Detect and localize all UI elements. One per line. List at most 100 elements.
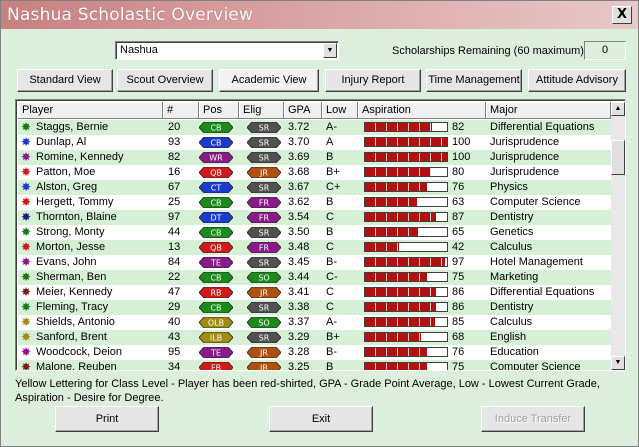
table-row[interactable]: ✸ Sherman, Ben 22 CB SO 3.44 C- 75 Marketing — [18, 270, 611, 285]
table-row[interactable]: ✸ Hergett, Tommy 25 CB FR 3.62 B 63 Computer Sci… — [18, 195, 611, 210]
table-row[interactable]: ✸ Dunlap, Al 93 CB SR 3.70 A 100 Jurisprudence — [18, 135, 611, 150]
aspiration-bar-ticks — [365, 333, 447, 341]
major-value: Hotel Management — [490, 256, 583, 268]
column-header-gpa[interactable]: GPA — [284, 102, 322, 119]
gpa-value: 3.45 — [288, 256, 310, 268]
gpa-value: 3.25 — [288, 361, 310, 371]
table-row[interactable]: ✸ Evans, John 84 TE SR 3.45 B- 97 Hotel Manageme… — [18, 255, 611, 270]
tab-attitude-advisory[interactable]: Attitude Advisory — [528, 69, 626, 92]
aspiration-value: 63 — [452, 196, 465, 208]
position-cell: QB — [198, 240, 239, 255]
position-cell: CB — [198, 120, 239, 135]
player-number: 47 — [168, 286, 181, 298]
eligibility-badge: JR — [246, 346, 282, 359]
low-grade-value: B- — [326, 256, 337, 268]
tab-time-management[interactable]: Time Management — [426, 69, 522, 92]
svg-text:DT: DT — [210, 214, 221, 223]
position-badge: DT — [198, 211, 234, 224]
table-row[interactable]: ✸ Sanford, Brent 43 ILB SR 3.29 B+ 68 English — [18, 330, 611, 345]
gpa-value: 3.41 — [288, 286, 310, 298]
table-row[interactable]: ✸ Strong, Monty 44 CB SR 3.50 B 65 Genetics — [18, 225, 611, 240]
aspiration-bar — [364, 317, 448, 327]
table-row[interactable]: ✸ Malone, Reuben 34 FB JR 3.25 B 75 Computer Sci… — [18, 360, 611, 372]
player-name: Patton, Moe — [36, 166, 96, 178]
aspiration-cell: 65 — [358, 225, 486, 240]
table-row[interactable]: ✸ Meier, Kennedy 47 RB JR 3.41 C 86 Differential… — [18, 285, 611, 300]
player-star-icon: ✸ — [21, 180, 32, 194]
table-row[interactable]: ✸ Staggs, Bernie 20 CB SR 3.72 A- 82 Differentia… — [18, 120, 611, 135]
induce-transfer-button[interactable]: Induce Transfer — [481, 406, 585, 432]
aspiration-bar — [364, 347, 448, 357]
close-button[interactable]: X — [612, 6, 632, 24]
player-academic-table[interactable]: Player # Pos Elig GPA Low Aspiration Maj… — [15, 99, 626, 371]
column-header-pos[interactable]: Pos — [199, 102, 239, 119]
column-header-aspiration[interactable]: Aspiration — [358, 102, 486, 119]
column-header-low[interactable]: Low — [322, 102, 358, 119]
player-number: 13 — [168, 241, 181, 253]
table-row[interactable]: ✸ Shields, Antonio 40 OLB SO 3.37 A- 85 Calculus — [18, 315, 611, 330]
column-header-elig[interactable]: Elig — [239, 102, 284, 119]
chevron-down-icon[interactable]: ▼ — [323, 43, 337, 58]
school-select[interactable]: Nashua ▼ — [115, 41, 339, 60]
aspiration-bar-ticks — [365, 123, 447, 131]
scroll-down-button[interactable]: ▼ — [611, 356, 625, 370]
table-row[interactable]: ✸ Thornton, Blaine 97 DT FR 3.54 C 87 Dentistry — [18, 210, 611, 225]
vertical-scrollbar[interactable]: ▲ ▼ — [611, 102, 625, 370]
svg-text:SR: SR — [259, 304, 270, 313]
tab-scout-overview[interactable]: Scout Overview — [117, 69, 213, 92]
table-row[interactable]: ✸ Romine, Kennedy 82 WR SR 3.69 B 100 Jurisprude… — [18, 150, 611, 165]
eligibility-badge: SO — [246, 271, 282, 284]
svg-text:SR: SR — [259, 259, 270, 268]
position-badge: CB — [198, 301, 234, 314]
legend-note: Yellow Lettering for Class Level - Playe… — [15, 378, 600, 404]
aspiration-bar-ticks — [365, 288, 447, 296]
scholarships-label: Scholarships Remaining (60 maximum) — [392, 45, 584, 57]
scroll-up-button[interactable]: ▲ — [611, 102, 625, 116]
exit-button[interactable]: Exit — [269, 406, 373, 432]
player-number: 34 — [168, 361, 181, 371]
tab-injury-report[interactable]: Injury Report — [325, 69, 421, 92]
table-row[interactable]: ✸ Alston, Greg 67 CT SR 3.67 C+ 76 Physics — [18, 180, 611, 195]
eligibility-cell: JR — [239, 345, 284, 360]
title-bar[interactable]: Nashua Scholastic Overview X — [1, 1, 638, 29]
player-star-icon: ✸ — [21, 210, 32, 224]
gpa-value: 3.54 — [288, 211, 310, 223]
tab-academic-view[interactable]: Academic View — [219, 69, 319, 92]
aspiration-bar — [364, 332, 448, 342]
position-cell: TE — [198, 345, 239, 360]
position-cell: CB — [198, 225, 239, 240]
table-row[interactable]: ✸ Morton, Jesse 13 QB FR 3.48 C 42 Calculus — [18, 240, 611, 255]
svg-text:SR: SR — [259, 124, 270, 133]
table-row[interactable]: ✸ Woodcock, Deion 95 TE JR 3.28 B- 76 Education — [18, 345, 611, 360]
aspiration-value: 42 — [452, 241, 465, 253]
svg-text:FB: FB — [211, 364, 221, 372]
player-name: Sherman, Ben — [36, 271, 107, 283]
player-number: 44 — [168, 226, 181, 238]
gpa-value: 3.38 — [288, 301, 310, 313]
eligibility-badge: JR — [246, 166, 282, 179]
table-row[interactable]: ✸ Fleming, Tracy 29 CB SR 3.38 C 86 Dentistry — [18, 300, 611, 315]
aspiration-value: 86 — [452, 286, 465, 298]
column-header-player[interactable]: Player — [18, 102, 163, 119]
print-button[interactable]: Print — [55, 406, 159, 432]
position-badge: QB — [198, 241, 234, 254]
svg-text:TE: TE — [210, 259, 221, 268]
position-badge: CT — [198, 181, 234, 194]
player-star-icon: ✸ — [21, 330, 32, 344]
eligibility-badge: FR — [246, 211, 282, 224]
eligibility-cell: SR — [239, 300, 284, 315]
column-header-number[interactable]: # — [163, 102, 199, 119]
column-header-major[interactable]: Major — [486, 102, 611, 119]
tab-standard-view[interactable]: Standard View — [17, 69, 113, 92]
major-value: Marketing — [490, 271, 539, 283]
position-badge: CB — [198, 271, 234, 284]
position-cell: RB — [198, 285, 239, 300]
major-value: Differential Equations — [490, 286, 595, 298]
table-row[interactable]: ✸ Patton, Moe 16 QB JR 3.68 B+ 80 Jurisprudence — [18, 165, 611, 180]
aspiration-value: 65 — [452, 226, 465, 238]
aspiration-cell: 76 — [358, 180, 486, 195]
player-star-icon: ✸ — [21, 225, 32, 239]
aspiration-cell: 100 — [358, 135, 486, 150]
scroll-thumb[interactable] — [611, 140, 625, 175]
player-number: 20 — [168, 121, 181, 133]
